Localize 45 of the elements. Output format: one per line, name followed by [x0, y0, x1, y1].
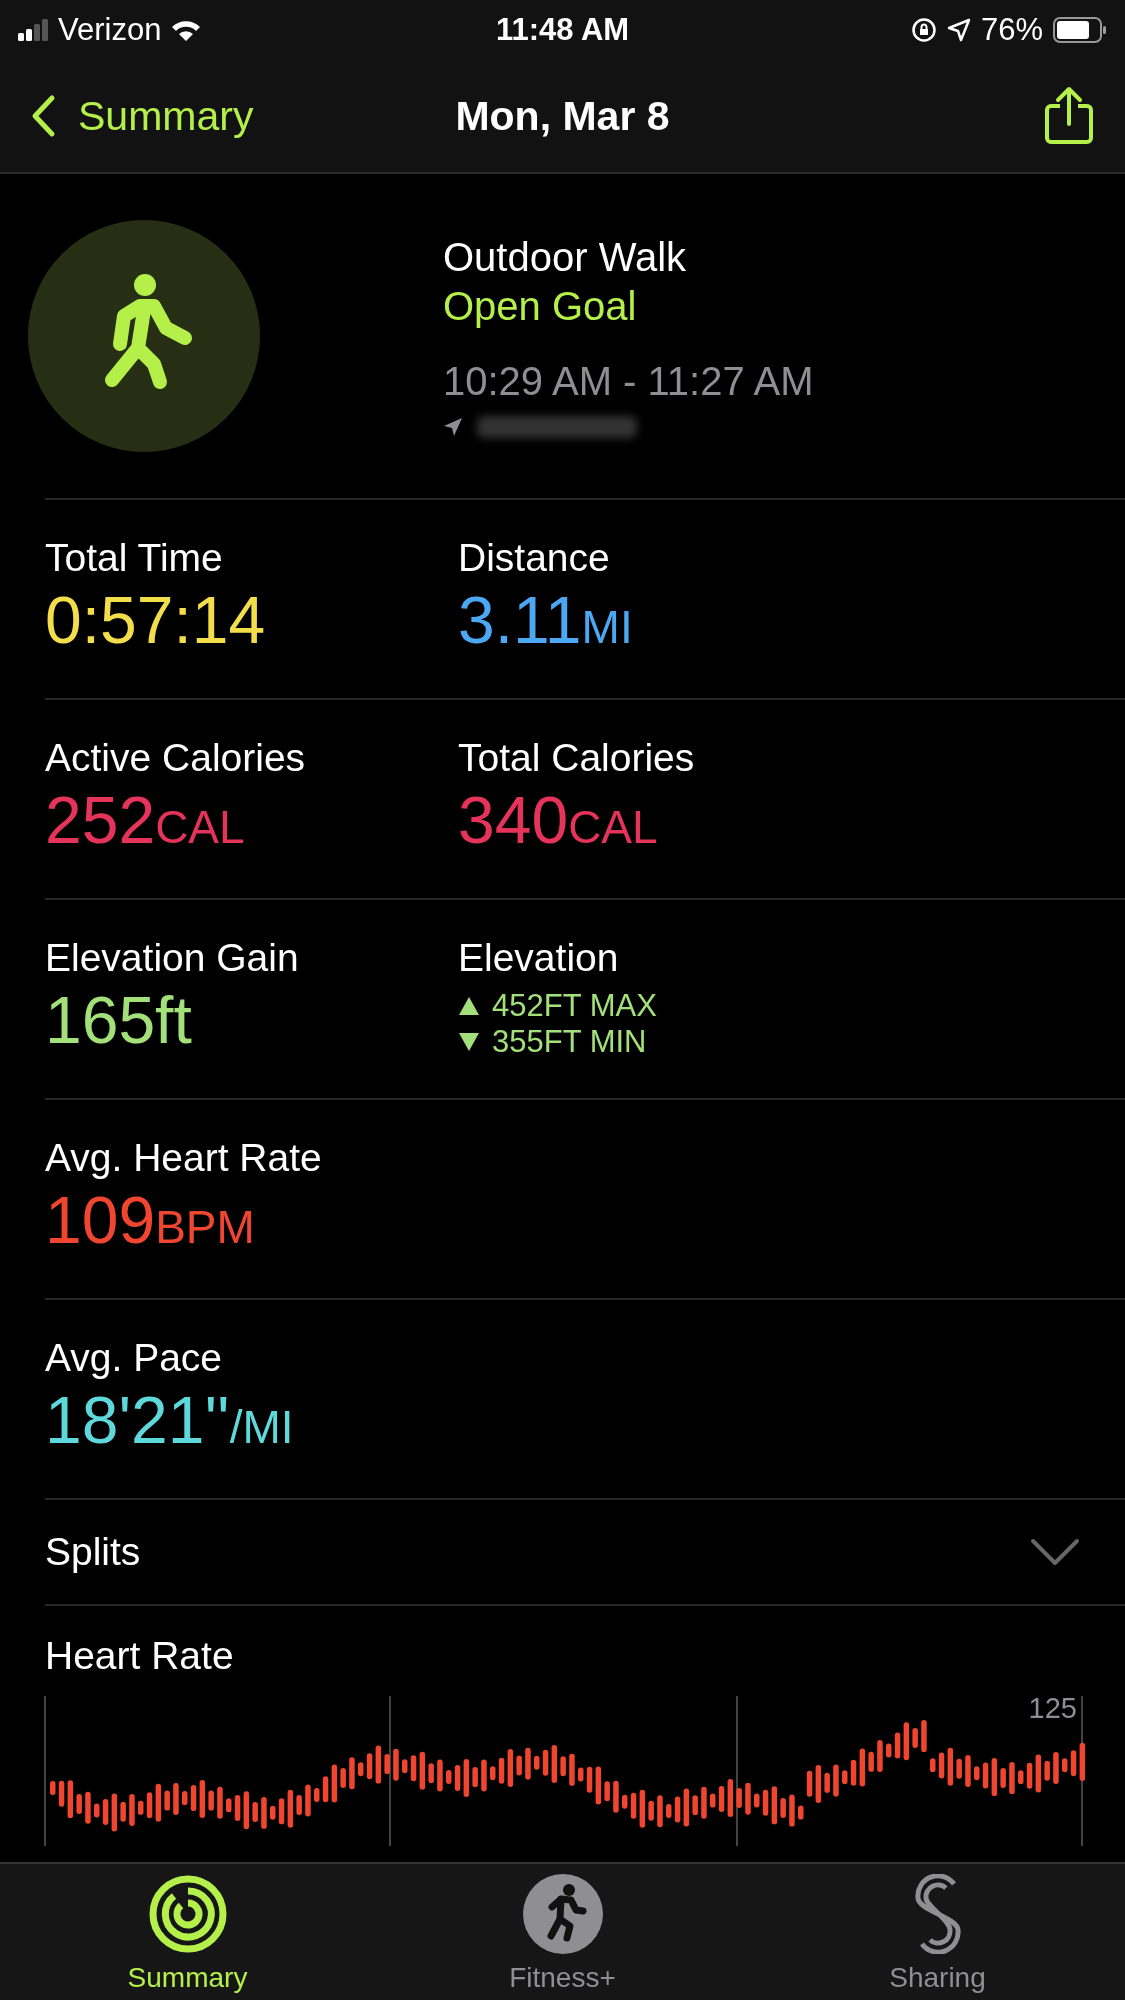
metric-value: 0:57:14 — [45, 582, 267, 658]
metric-value: 3.11MI — [458, 582, 634, 659]
down-triangle-icon — [458, 1032, 480, 1052]
signal-icon — [18, 19, 48, 41]
metric-label: Total Time — [45, 535, 224, 581]
axis-max-label: 125 — [1028, 1692, 1077, 1725]
metric-label: Avg. Pace — [45, 1335, 224, 1381]
elevation-reading: 452FT MAX — [492, 988, 657, 1024]
metric-value: 340CAL — [458, 782, 659, 859]
tab[interactable]: Sharing — [750, 1864, 1125, 2000]
splits-toggle[interactable]: Splits — [45, 1500, 1125, 1606]
share-button[interactable] — [1043, 86, 1095, 146]
back-button[interactable]: Summary — [30, 92, 254, 140]
running-figure-icon — [522, 1874, 603, 1954]
tab[interactable]: Summary — [0, 1864, 375, 2000]
metric-value: 109BPM — [45, 1182, 256, 1259]
section-title: Heart Rate — [45, 1634, 235, 1678]
metric-label: Active Calories — [45, 735, 307, 781]
battery-percent: 76% — [980, 12, 1043, 48]
battery-icon — [1053, 17, 1107, 43]
workout-name: Outdoor Walk — [443, 234, 688, 280]
location-arrow-icon — [443, 416, 463, 437]
metric-label: Elevation — [458, 935, 620, 981]
elevation-reading: 355FT MIN — [492, 1024, 647, 1060]
walking-figure-icon — [28, 220, 260, 452]
metric-label: Total Calories — [458, 735, 696, 781]
metric-value: 165ft — [45, 982, 193, 1058]
rotation-lock-icon — [910, 17, 937, 43]
rings-icon — [147, 1874, 228, 1954]
tab[interactable]: Fitness+ — [375, 1864, 750, 2000]
carrier-name: Verizon — [58, 12, 162, 48]
metric-value: 252CAL — [45, 782, 246, 859]
nav-title: Mon, Mar 8 — [454, 92, 671, 140]
location-arrow-icon — [946, 18, 971, 42]
chevron-icon — [1030, 1537, 1080, 1567]
metric-value: 18'21''/MI — [45, 1382, 295, 1459]
workout-time-range: 10:29 AM - 11:27 AM — [443, 358, 814, 404]
metric-label: Distance — [458, 535, 611, 581]
chevron-left-icon — [30, 94, 56, 138]
workout-goal: Open Goal — [443, 283, 638, 329]
wifi-icon — [171, 19, 202, 41]
up-triangle-icon — [458, 996, 480, 1016]
status-time: 11:48 AM — [495, 12, 630, 48]
metric-label: Elevation Gain — [45, 935, 300, 981]
metric-label: Avg. Heart Rate — [45, 1135, 323, 1181]
